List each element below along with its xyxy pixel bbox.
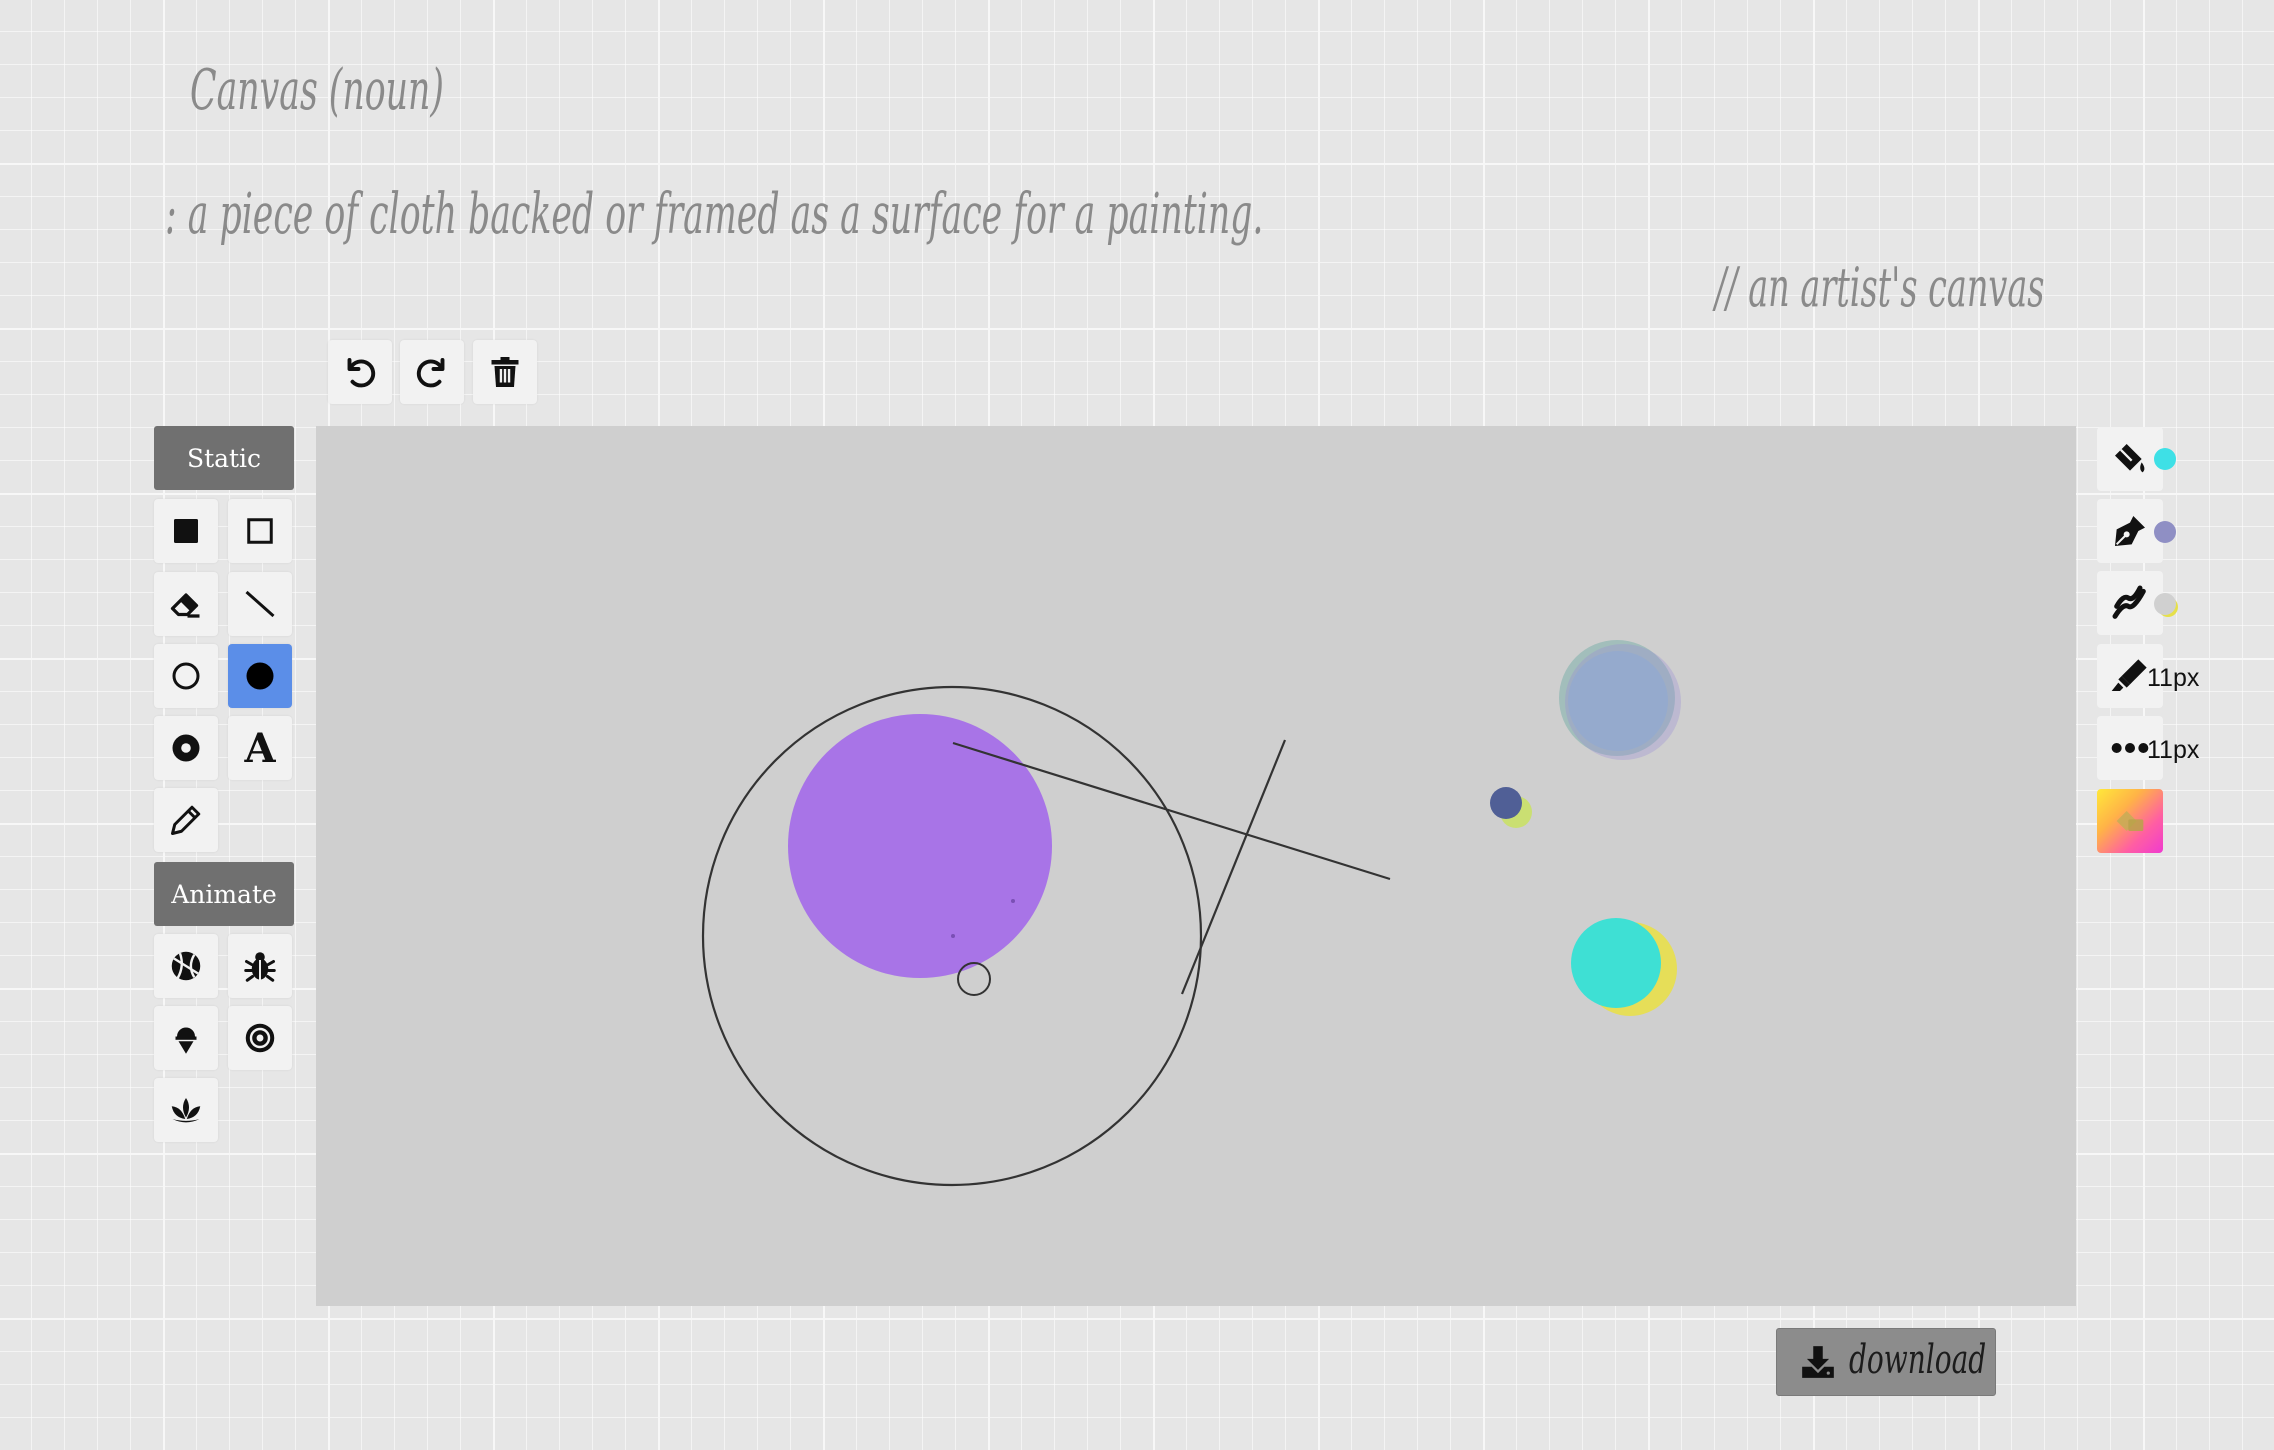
drawing-canvas[interactable] bbox=[316, 426, 2076, 1306]
stroke-width-value: 11px bbox=[2147, 664, 2200, 692]
animate-section-label: Animate bbox=[154, 862, 294, 926]
filled-square-icon bbox=[174, 519, 198, 543]
static-section-label: Static bbox=[154, 426, 294, 490]
marker-icon bbox=[2111, 659, 2147, 691]
drawn-cyan-circle bbox=[1571, 918, 1661, 1008]
sketch-ball-tool[interactable] bbox=[154, 934, 218, 998]
drawn-lavender-blob bbox=[1565, 644, 1681, 760]
filled-circle-tool[interactable] bbox=[228, 644, 292, 708]
outline-circle-tool[interactable] bbox=[154, 644, 218, 708]
drawn-small-outline-circle bbox=[957, 962, 991, 996]
definition-example: // an artist's canvas bbox=[1715, 256, 2045, 319]
outline-square-icon bbox=[247, 518, 273, 544]
drawn-navy-dot bbox=[1490, 787, 1522, 819]
ice-cream-tool[interactable] bbox=[154, 1006, 218, 1070]
redo-button[interactable] bbox=[400, 340, 464, 404]
palette-button[interactable] bbox=[2097, 789, 2163, 853]
brush-stroke-icon bbox=[2112, 585, 2146, 619]
bug-tool[interactable] bbox=[228, 934, 292, 998]
record-tool[interactable] bbox=[228, 1006, 292, 1070]
text-tool[interactable]: A bbox=[228, 716, 292, 780]
gradient-swatch-primary bbox=[2154, 593, 2176, 615]
line-tool[interactable] bbox=[228, 572, 292, 636]
undo-icon bbox=[347, 358, 376, 388]
bug-icon bbox=[244, 952, 276, 982]
drawn-purple-circle bbox=[788, 714, 1052, 978]
redo-icon bbox=[416, 358, 445, 388]
clear-button[interactable] bbox=[473, 340, 537, 404]
dots-icon bbox=[2111, 743, 2149, 753]
lotus-tool[interactable] bbox=[154, 1078, 218, 1142]
ring-icon bbox=[172, 734, 200, 762]
line-icon bbox=[245, 590, 275, 618]
trash-icon bbox=[491, 357, 519, 387]
outline-circle-icon bbox=[172, 662, 200, 690]
ice-cream-icon bbox=[175, 1027, 197, 1054]
record-icon bbox=[245, 1023, 275, 1053]
definition-title: Canvas (noun) bbox=[190, 58, 444, 123]
paint-bucket-icon bbox=[2115, 444, 2145, 473]
outline-rectangle-tool[interactable] bbox=[228, 499, 292, 563]
text-icon: A bbox=[244, 724, 276, 772]
dash-size-value: 11px bbox=[2147, 736, 2200, 764]
definition-text: : a piece of cloth backed or framed as a… bbox=[165, 182, 1264, 247]
ring-tool[interactable] bbox=[154, 716, 218, 780]
pen-nib-icon bbox=[2115, 516, 2145, 546]
canvas-drawing bbox=[701, 640, 1681, 1187]
fill-color-swatch bbox=[2154, 448, 2176, 470]
lotus-icon bbox=[171, 1098, 201, 1123]
filled-rectangle-tool[interactable] bbox=[154, 499, 218, 563]
pencil-icon bbox=[171, 805, 201, 835]
undo-button[interactable] bbox=[328, 340, 392, 404]
eraser-icon bbox=[170, 593, 200, 618]
eraser-tool[interactable] bbox=[154, 572, 218, 636]
drawn-line-b bbox=[1180, 739, 1287, 995]
stroke-color-swatch bbox=[2154, 521, 2176, 543]
basketball-icon bbox=[171, 951, 201, 981]
download-icon bbox=[1802, 1346, 1834, 1378]
palette-icon bbox=[2116, 811, 2144, 831]
download-label: download bbox=[1849, 1337, 1987, 1383]
filled-circle-icon bbox=[246, 662, 274, 690]
drawn-dot bbox=[1011, 899, 1015, 903]
pencil-tool[interactable] bbox=[154, 788, 218, 852]
drawn-dot bbox=[951, 934, 955, 938]
download-button[interactable]: download bbox=[1776, 1328, 1996, 1396]
